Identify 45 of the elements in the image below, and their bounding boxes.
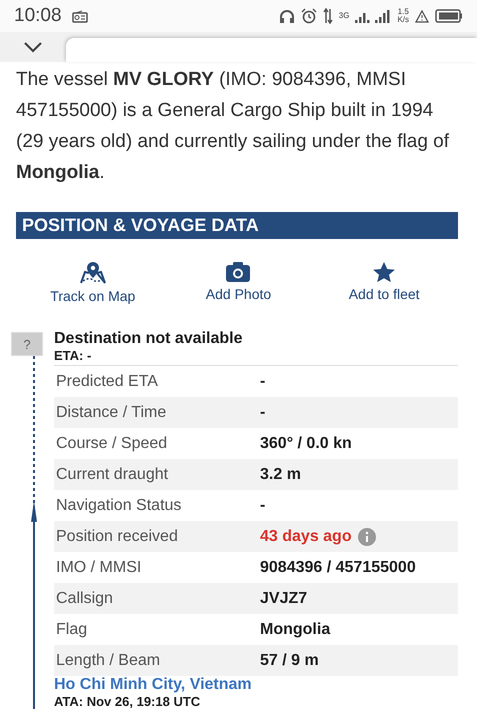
star-icon bbox=[372, 261, 396, 283]
vessel-description: The vessel MV GLORY (IMO: 9084396, MMSI 457155000) is a General Cargo Ship built in 1994 (29 years old) and currently sailing under the flag of Mongolia. bbox=[15, 68, 450, 185]
row-value: - bbox=[260, 404, 266, 422]
radio-icon bbox=[72, 10, 88, 22]
row-label: IMO / MMSI bbox=[56, 558, 142, 576]
section-heading: POSITION & VOYAGE DATA bbox=[16, 212, 458, 239]
network-speed: 1.5 K/s bbox=[397, 8, 409, 24]
row-label: Flag bbox=[56, 620, 88, 638]
chevron-down-icon bbox=[23, 41, 43, 53]
destination-title: Destination not available bbox=[54, 330, 244, 348]
action-button[interactable]: Add to fleet bbox=[324, 261, 444, 304]
row-label: Callsign bbox=[56, 590, 114, 608]
action-button[interactable]: Add Photo bbox=[178, 261, 298, 304]
row-value: JVJZ7 bbox=[260, 590, 308, 608]
row-value: - bbox=[260, 496, 266, 514]
row-value: 43 days ago bbox=[260, 528, 352, 546]
info-icon[interactable] bbox=[358, 528, 376, 546]
alarm-icon bbox=[300, 8, 317, 24]
clock-time: 10:08 bbox=[14, 5, 62, 27]
row-label: Navigation Status bbox=[56, 496, 182, 514]
row-value: 9084396 / 457155000 bbox=[260, 558, 416, 576]
battery-icon bbox=[435, 9, 463, 23]
row-value: - bbox=[260, 372, 266, 390]
row-label: Position received bbox=[56, 528, 179, 546]
row-label: Predicted ETA bbox=[56, 372, 159, 390]
row-value: Mongolia bbox=[260, 620, 330, 638]
row-label: Length / Beam bbox=[56, 652, 162, 670]
destination-eta: ETA: - bbox=[54, 348, 92, 363]
warning-icon bbox=[415, 10, 429, 22]
signal-icon bbox=[355, 9, 392, 23]
row-label: Course / Speed bbox=[56, 434, 168, 452]
row-value: 3.2 m bbox=[260, 466, 301, 484]
departure-ata: ATA: Nov 26, 19:18 UTC bbox=[54, 694, 202, 709]
camera-icon bbox=[225, 261, 252, 283]
row-label: Current draught bbox=[56, 466, 170, 484]
departure-port-link[interactable]: Ho Chi Minh City, Vietnam bbox=[54, 676, 458, 694]
action-button[interactable]: Track on Map bbox=[32, 261, 153, 304]
row-label: Distance / Time bbox=[56, 404, 168, 422]
network-type: 3G bbox=[338, 12, 350, 20]
destination-flag: ? bbox=[11, 332, 43, 356]
headphones-icon bbox=[278, 8, 295, 24]
data-arrows-icon bbox=[322, 8, 333, 24]
map-pin-icon bbox=[78, 261, 107, 285]
row-value: 57 / 9 m bbox=[260, 652, 319, 670]
row-value: 360° / 0.0 kn bbox=[260, 434, 352, 452]
